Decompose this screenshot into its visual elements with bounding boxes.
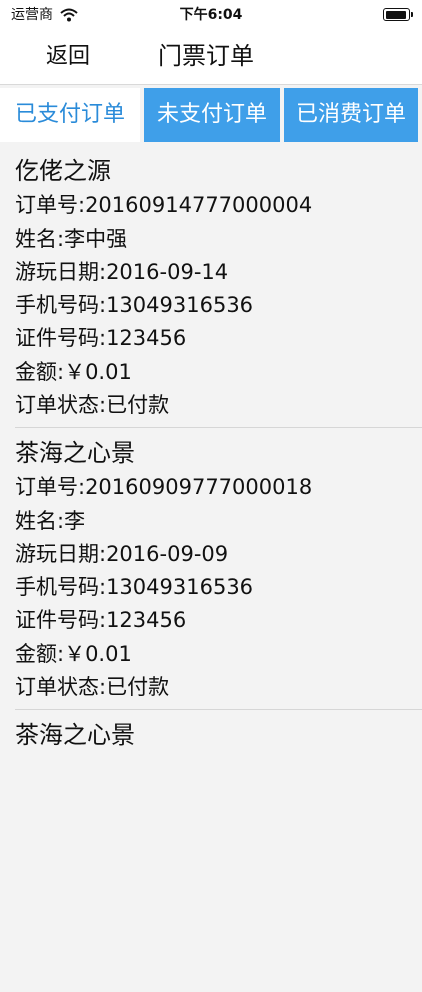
battery-icon xyxy=(383,8,413,21)
order-card[interactable]: 茶海之心景 xyxy=(0,710,422,992)
order-card[interactable]: 茶海之心景 订单号:20160909777000018 姓名:李 游玩日期:20… xyxy=(0,428,422,710)
order-card[interactable]: 仡佬之源 订单号:20160914777000004 姓名:李中强 游玩日期:2… xyxy=(0,146,422,428)
status-time: 下午6:04 xyxy=(179,7,243,23)
visit-date: 游玩日期:2016-09-09 xyxy=(15,542,229,566)
visit-date: 游玩日期:2016-09-14 xyxy=(15,260,229,284)
id-number: 证件号码:123456 xyxy=(15,326,187,350)
battery-fill xyxy=(385,10,407,19)
phone-number: 手机号码:13049316536 xyxy=(15,293,254,317)
status-bar: 运营商 下午6:04 xyxy=(0,0,422,30)
order-list: 仡佬之源 订单号:20160914777000004 姓名:李中强 游玩日期:2… xyxy=(0,146,422,992)
order-scenic-name: 仡佬之源 xyxy=(15,157,111,185)
order-tabs: 已支付订单 未支付订单 已消费订单 xyxy=(0,88,422,142)
navigation-bar: 返回 门票订单 xyxy=(0,30,422,85)
id-number: 证件号码:123456 xyxy=(15,608,187,632)
order-status: 订单状态:已付款 xyxy=(15,675,170,699)
order-amount: 金额:￥0.01 xyxy=(15,360,132,384)
order-number: 订单号:20160909777000018 xyxy=(15,475,313,499)
phone-number: 手机号码:13049316536 xyxy=(15,575,254,599)
back-button[interactable]: 返回 xyxy=(46,44,90,70)
order-amount: 金额:￥0.01 xyxy=(15,642,132,666)
tab-paid-orders[interactable]: 已支付订单 xyxy=(0,88,140,142)
page-title: 门票订单 xyxy=(158,42,254,70)
order-number: 订单号:20160914777000004 xyxy=(15,193,313,217)
tab-consumed-orders[interactable]: 已消费订单 xyxy=(284,88,418,142)
order-scenic-name: 茶海之心景 xyxy=(15,439,135,467)
order-status: 订单状态:已付款 xyxy=(15,393,170,417)
tab-unpaid-orders[interactable]: 未支付订单 xyxy=(144,88,280,142)
customer-name: 姓名:李中强 xyxy=(15,227,128,251)
order-scenic-name: 茶海之心景 xyxy=(15,721,135,749)
customer-name: 姓名:李 xyxy=(15,509,86,533)
